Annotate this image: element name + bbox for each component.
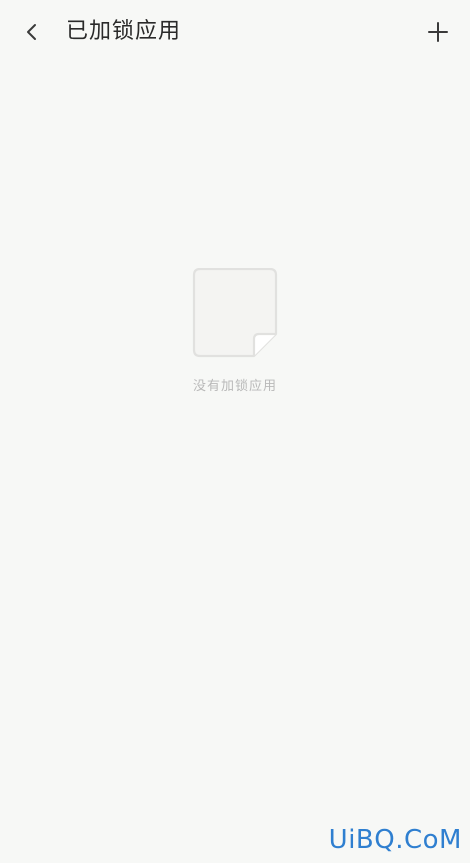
add-button[interactable] [420, 14, 456, 50]
plus-icon [428, 22, 448, 42]
empty-state: 没有加锁应用 [0, 268, 470, 396]
top-bar: 已加锁应用 [0, 0, 470, 64]
chevron-left-icon [27, 24, 36, 40]
document-icon [192, 268, 278, 358]
locked-apps-screen: 已加锁应用 没有加锁应用 UiBQ.CoM [0, 0, 470, 863]
empty-message: 没有加锁应用 [192, 379, 277, 394]
watermark: UiBQ.CoM [328, 825, 462, 855]
back-button[interactable] [14, 14, 50, 50]
page-title: 已加锁应用 [66, 19, 182, 44]
